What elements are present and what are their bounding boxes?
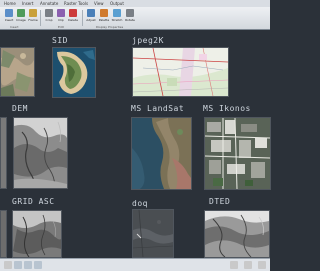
adjust-button-label: Adjust: [86, 18, 96, 22]
palette-icon: [100, 9, 108, 17]
image-tile-3[interactable]: [132, 47, 229, 97]
delete-button[interactable]: Delete: [68, 9, 78, 24]
clip-button[interactable]: Clip: [56, 9, 66, 24]
frame-button[interactable]: Frame: [28, 9, 38, 24]
palette-button-label: Palette: [98, 18, 110, 22]
tab-annotate[interactable]: Annotate: [40, 1, 58, 6]
image-tile-6[interactable]: [204, 117, 271, 190]
doq-image: [133, 210, 173, 257]
image-tile-7-edge: [0, 210, 7, 258]
delete-icon: [69, 9, 77, 17]
grid-asc-label: GRID ASC: [12, 197, 55, 206]
ms-landsat-label: MS LandSat: [131, 104, 185, 113]
ribbon-group-edit: Edit: [58, 25, 64, 29]
ribbon-separator: [82, 10, 83, 26]
aerial-image: [1, 48, 34, 96]
tab-output[interactable]: Output: [110, 1, 124, 6]
adjust-icon: [87, 9, 95, 17]
settings-icon[interactable]: [244, 261, 252, 269]
palette-button[interactable]: Palette: [99, 9, 109, 24]
image-tile-4[interactable]: [13, 117, 68, 189]
image-tile-1[interactable]: [0, 47, 35, 97]
image-tile-9[interactable]: [204, 210, 270, 258]
image-tile-5[interactable]: [131, 117, 192, 190]
tab-view[interactable]: View: [94, 1, 104, 6]
crop-button[interactable]: Crop: [44, 9, 54, 24]
status-bar: [0, 258, 270, 271]
stretch-button-label: Stretch: [111, 18, 123, 22]
grid-edge-image: [1, 211, 6, 257]
dted-label: DTED: [209, 197, 231, 206]
jpeg2k-label: jpeg2K: [132, 36, 164, 45]
image-button[interactable]: Image: [16, 9, 26, 24]
frame-icon: [29, 9, 37, 17]
tab-home[interactable]: Home: [4, 1, 16, 6]
adjust-button[interactable]: Adjust: [86, 9, 96, 24]
insert-button[interactable]: Insert: [4, 9, 14, 24]
fullscreen-icon[interactable]: [258, 261, 266, 269]
image-icon: [17, 9, 25, 17]
grid-asc-image: [13, 211, 61, 257]
sid-label: SID: [52, 36, 68, 45]
image-tile-2[interactable]: [52, 47, 96, 98]
ribbon-group-display: Display Properties: [96, 25, 124, 29]
rotate-icon: [126, 9, 134, 17]
clip-icon: [57, 9, 65, 17]
tab-raster-tools[interactable]: Raster Tools: [64, 1, 88, 6]
crop-icon: [45, 9, 53, 17]
snap-toggle-icon[interactable]: [24, 261, 32, 269]
tab-insert[interactable]: Insert: [22, 1, 33, 6]
ikonos-image: [205, 118, 270, 189]
frame-button-label: Frame: [28, 18, 38, 22]
ribbon-group-insert: Insert: [10, 25, 19, 29]
workspace-icon[interactable]: [230, 261, 238, 269]
model-space-icon[interactable]: [4, 261, 12, 269]
map-image: [133, 48, 228, 96]
image-insert-icon: [5, 9, 13, 17]
stretch-button[interactable]: Stretch: [112, 9, 122, 24]
ms-ikonos-label: MS Ikonos: [203, 104, 251, 113]
dem-edge-image: [1, 118, 6, 188]
grid-toggle-icon[interactable]: [14, 261, 22, 269]
dem-image: [14, 118, 67, 188]
dem-label: DEM: [12, 104, 28, 113]
dted-image: [205, 211, 269, 257]
landsat-image: [132, 118, 191, 189]
image-tile-8[interactable]: [132, 209, 174, 258]
ribbon-separator: [40, 10, 41, 26]
stretch-icon: [113, 9, 121, 17]
ortho-toggle-icon[interactable]: [34, 261, 42, 269]
island-image: [53, 48, 95, 97]
image-tile-4-edge: [0, 117, 7, 189]
ribbon-toolbar: Insert Image Frame Crop Clip Delete Adju…: [0, 7, 270, 30]
rotate-button-label: Rotate: [125, 18, 135, 22]
doq-label: doq: [132, 199, 148, 208]
image-tile-7[interactable]: [12, 210, 62, 258]
delete-button-label: Delete: [68, 18, 78, 22]
rotate-button[interactable]: Rotate: [125, 9, 135, 24]
